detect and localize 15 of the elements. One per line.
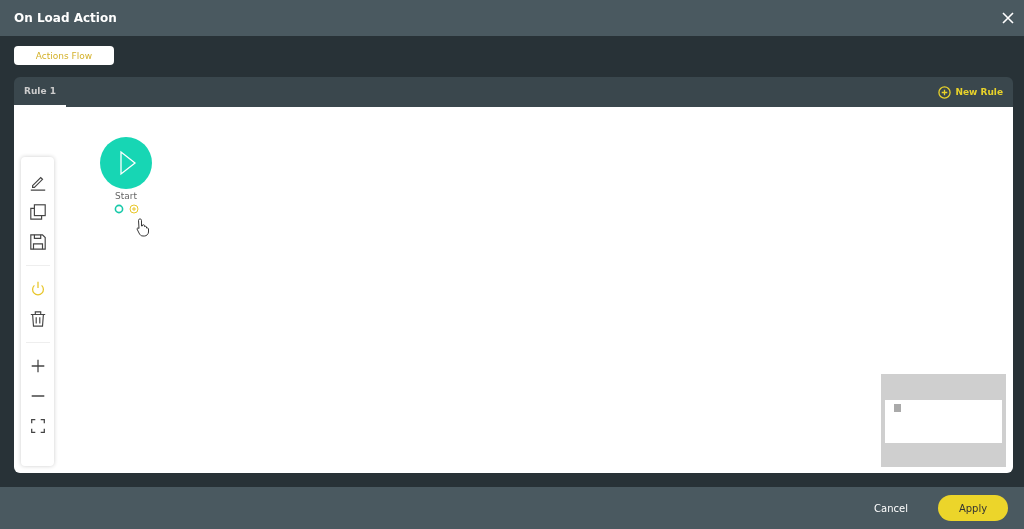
fit-screen-icon[interactable] — [28, 417, 47, 435]
new-rule-button[interactable]: New Rule — [938, 77, 1003, 107]
trash-icon[interactable] — [28, 310, 47, 328]
close-icon[interactable] — [1002, 12, 1014, 24]
node-label: Start — [115, 191, 137, 201]
cancel-button[interactable]: Cancel — [868, 501, 914, 515]
save-icon[interactable] — [28, 233, 47, 251]
window-title: On Load Action — [14, 11, 117, 25]
apply-button[interactable]: Apply — [938, 495, 1008, 521]
start-node[interactable] — [100, 137, 152, 189]
minimap-node — [894, 404, 901, 412]
input-port-icon[interactable] — [113, 204, 124, 214]
add-circle-icon — [938, 85, 952, 99]
hand-cursor-icon — [135, 217, 151, 237]
copy-icon[interactable] — [28, 203, 47, 221]
